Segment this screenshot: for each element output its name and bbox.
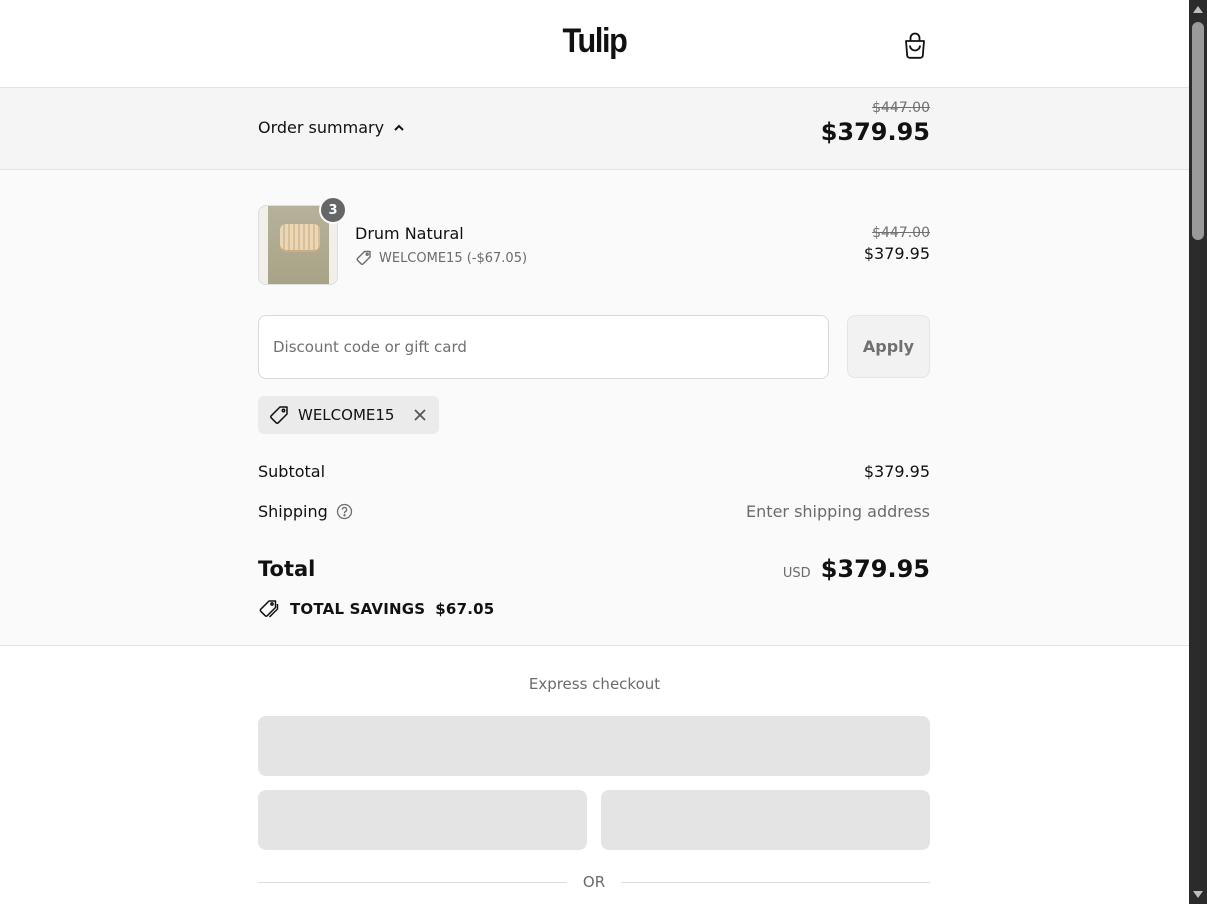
express-pay-button-left[interactable]: [258, 790, 587, 850]
order-summary-label: Order summary: [258, 118, 385, 137]
summary-original-total: $447.00: [872, 100, 930, 116]
discount-form: Apply: [258, 315, 930, 379]
divider-line: [621, 881, 931, 883]
tags-icon: [259, 600, 279, 618]
order-details: 3 Drum Natural WELCOME15 (-$67.05) $447.…: [0, 170, 1189, 646]
subtotal-row: Subtotal $379.95: [258, 462, 930, 481]
shipping-label-group: Shipping: [258, 502, 353, 521]
header: Tulip: [0, 0, 1189, 88]
total-savings: TOTAL SAVINGS $67.05: [258, 598, 494, 620]
store-logo[interactable]: Tulip: [59, 22, 1129, 61]
shipping-row: Shipping Enter shipping address: [258, 502, 930, 521]
quantity-badge: 3: [319, 196, 347, 224]
scroll-up-arrow-icon[interactable]: [1193, 6, 1203, 13]
line-item: 3 Drum Natural WELCOME15 (-$67.05) $447.…: [258, 196, 930, 285]
subtotal-value: $379.95: [863, 462, 930, 481]
line-item-prices: $447.00 $379.95: [864, 225, 930, 263]
close-icon[interactable]: [412, 407, 428, 423]
or-divider: OR: [258, 873, 931, 891]
vertical-scrollbar[interactable]: [1189, 0, 1207, 904]
express-checkout-title: Express checkout: [528, 675, 661, 693]
line-item-original-price: $447.00: [872, 225, 930, 241]
total-amount-group: USD $379.95: [783, 555, 930, 583]
summary-total: $379.95: [820, 118, 930, 146]
scrollbar-thumb[interactable]: [1192, 22, 1204, 240]
apply-button[interactable]: Apply: [847, 315, 930, 378]
line-item-discount-text: WELCOME15 (-$67.05): [379, 250, 528, 266]
or-label: OR: [582, 873, 606, 891]
total-value: $379.95: [820, 555, 930, 583]
checkout-page: Tulip Order summary $447.00 $379.95 3 Dr…: [0, 0, 1189, 904]
question-circle-icon[interactable]: [336, 503, 353, 520]
order-summary-bar: Order summary $447.00 $379.95: [0, 88, 1189, 170]
total-label: Total: [258, 557, 316, 581]
shopping-bag-icon[interactable]: [900, 30, 930, 60]
applied-discount-code: WELCOME15: [298, 406, 395, 424]
scroll-down-arrow-icon[interactable]: [1193, 891, 1203, 898]
line-item-price: $379.95: [863, 244, 930, 263]
line-item-discount: WELCOME15 (-$67.05): [355, 249, 527, 267]
shipping-value: Enter shipping address: [746, 502, 930, 521]
lamp-shape: [280, 224, 320, 250]
product-name: Drum Natural: [355, 224, 464, 243]
divider-line: [258, 881, 567, 883]
chevron-up-icon: [394, 124, 404, 131]
savings-label: TOTAL SAVINGS: [290, 600, 426, 618]
savings-value: $67.05: [435, 600, 495, 618]
total-row: Total USD $379.95: [258, 555, 930, 583]
tag-icon: [270, 406, 288, 424]
express-pay-button-right[interactable]: [601, 790, 930, 850]
currency-code: USD: [782, 566, 811, 581]
express-pay-button-primary[interactable]: [258, 716, 930, 776]
summary-prices: $447.00 $379.95: [821, 100, 930, 146]
shipping-label: Shipping: [258, 502, 328, 521]
order-summary-toggle[interactable]: Order summary: [258, 118, 406, 137]
tag-icon: [356, 250, 371, 266]
applied-discount-chip: WELCOME15: [258, 396, 439, 434]
subtotal-label: Subtotal: [258, 462, 326, 481]
discount-code-input[interactable]: [258, 315, 829, 379]
